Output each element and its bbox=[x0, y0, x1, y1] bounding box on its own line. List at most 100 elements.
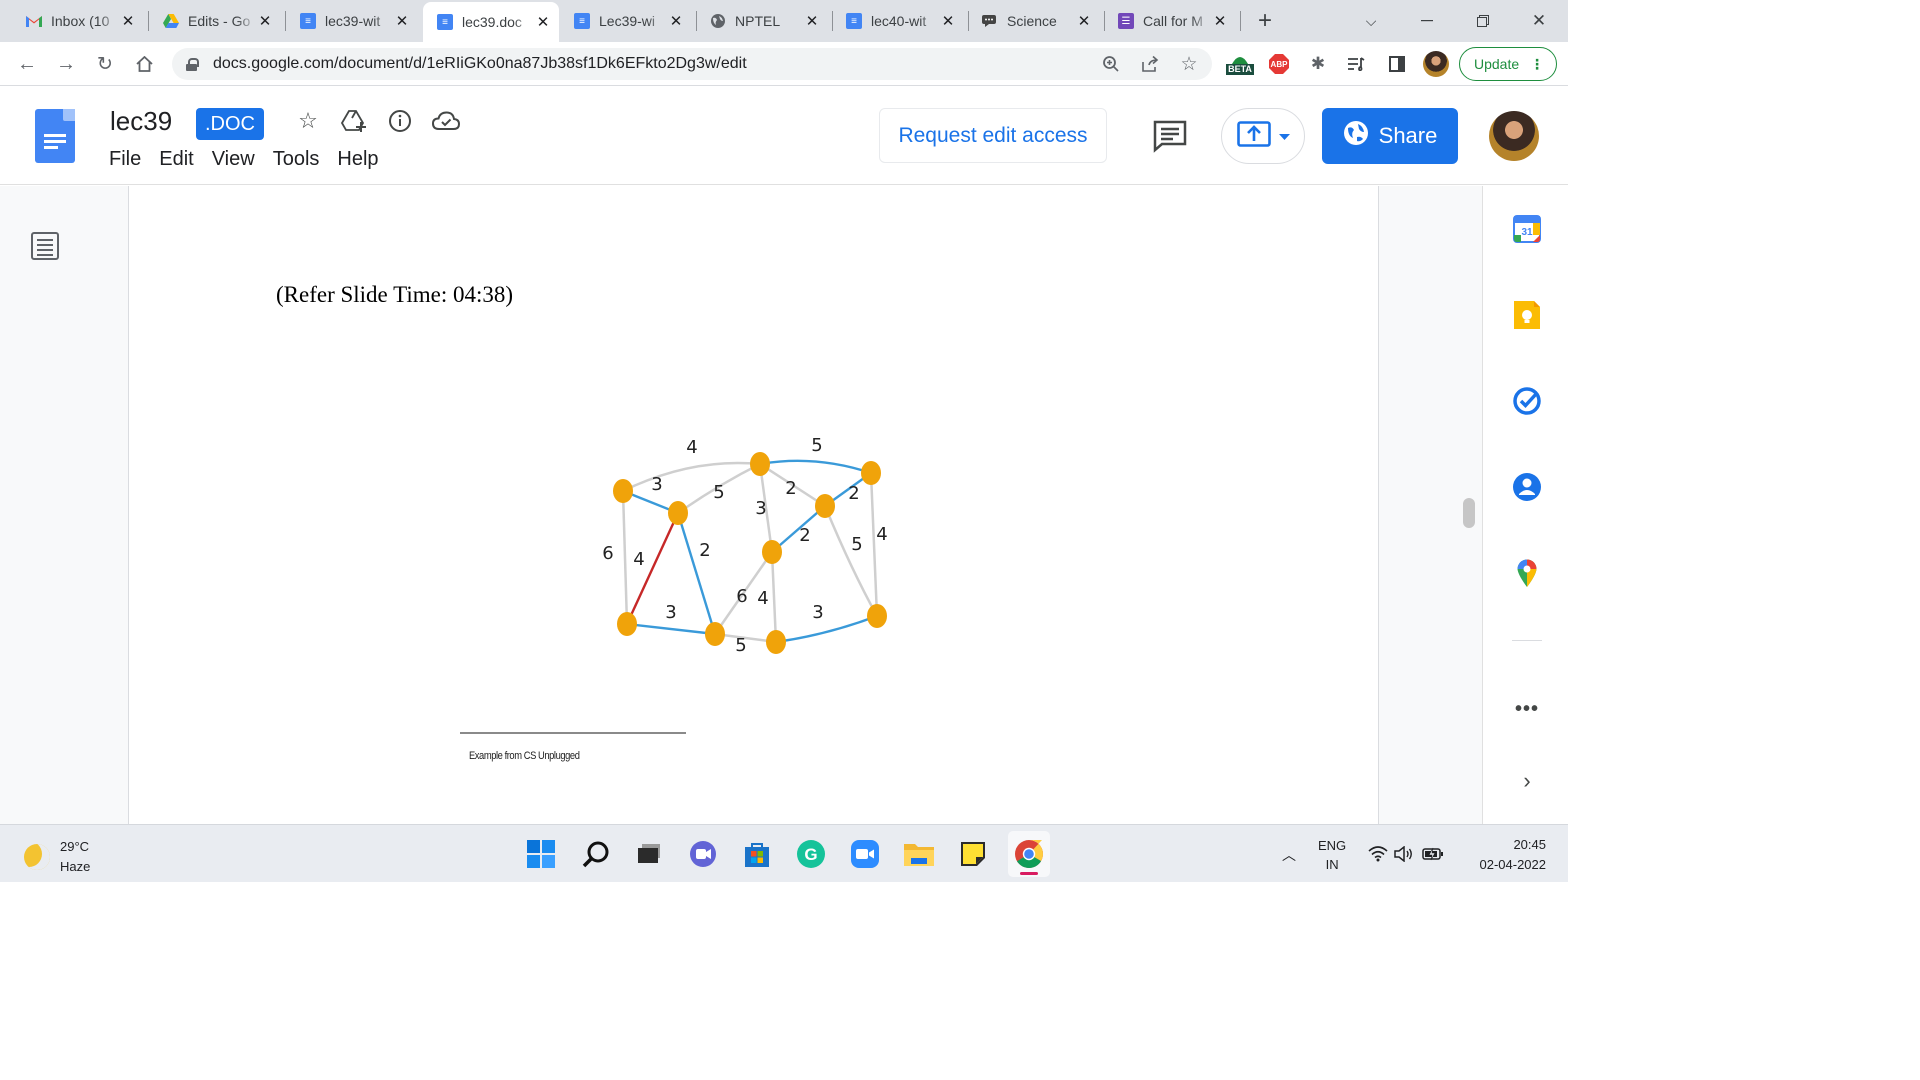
input-language-indicator[interactable]: ENG IN bbox=[1318, 836, 1346, 874]
tab-nptel[interactable]: NPTEL ✕ bbox=[702, 4, 828, 38]
lock-icon[interactable] bbox=[186, 57, 199, 71]
sticky-notes-icon[interactable] bbox=[956, 837, 990, 871]
menu-tools[interactable]: Tools bbox=[264, 148, 329, 171]
grammarly-icon[interactable]: G bbox=[794, 837, 828, 871]
extensions-puzzle-icon[interactable]: ✱ bbox=[1305, 51, 1331, 77]
beta-extension-icon[interactable]: BETA bbox=[1226, 51, 1254, 77]
present-button[interactable] bbox=[1221, 108, 1305, 164]
close-tab-icon[interactable]: ✕ bbox=[1076, 12, 1092, 30]
edge-weight-label: 2 bbox=[848, 483, 859, 504]
show-hidden-icons-chevron-icon[interactable]: ︿ bbox=[1282, 845, 1296, 865]
scrollbar-thumb[interactable] bbox=[1463, 498, 1475, 528]
tab-science[interactable]: Science ✕ bbox=[974, 4, 1100, 38]
menu-edit[interactable]: Edit bbox=[150, 148, 202, 171]
graph-edge bbox=[775, 614, 878, 644]
update-button[interactable]: Update ⋮ bbox=[1459, 47, 1557, 81]
menu-view[interactable]: View bbox=[203, 148, 264, 171]
task-view-icon[interactable] bbox=[632, 837, 666, 871]
close-tab-icon[interactable]: ✕ bbox=[120, 12, 136, 30]
google-maps-icon[interactable] bbox=[1512, 558, 1542, 588]
clock[interactable]: 20:45 02-04-2022 bbox=[1466, 835, 1547, 875]
google-keep-icon[interactable] bbox=[1512, 300, 1542, 330]
footnote-text: Example from CS Unplugged bbox=[469, 750, 580, 762]
microsoft-store-icon[interactable] bbox=[740, 837, 774, 871]
more-horiz-icon[interactable]: ••• bbox=[1512, 694, 1542, 724]
file-explorer-icon[interactable] bbox=[902, 837, 936, 871]
close-tab-icon[interactable]: ✕ bbox=[394, 12, 410, 30]
docs-header: lec39 .DOC ☆ File Edit View Tools Help R… bbox=[0, 87, 1568, 185]
chevron-right-icon[interactable]: › bbox=[1512, 766, 1542, 796]
new-tab-button[interactable]: + bbox=[1250, 6, 1280, 36]
profile-avatar[interactable] bbox=[1423, 51, 1449, 77]
edge-weight-label: 4 bbox=[686, 437, 697, 458]
side-panel-icon[interactable] bbox=[1384, 51, 1410, 77]
windows-start-icon[interactable] bbox=[524, 837, 558, 871]
tab-lec39-doc[interactable]: ≡ lec39.doc ✕ bbox=[423, 2, 559, 42]
info-icon[interactable] bbox=[386, 107, 414, 135]
account-avatar[interactable] bbox=[1489, 111, 1539, 161]
share-page-icon[interactable] bbox=[1136, 50, 1164, 78]
chrome-icon[interactable] bbox=[1008, 831, 1050, 877]
close-tab-icon[interactable]: ✕ bbox=[668, 12, 684, 30]
back-button[interactable]: ← bbox=[12, 49, 42, 79]
edge-weight-label: 4 bbox=[757, 588, 768, 609]
minimize-button[interactable] bbox=[1412, 6, 1442, 36]
request-edit-access-button[interactable]: Request edit access bbox=[879, 108, 1107, 163]
wifi-icon[interactable] bbox=[1368, 845, 1388, 865]
tab-call-for[interactable]: ☰ Call for M ✕ bbox=[1110, 4, 1236, 38]
close-tab-icon[interactable]: ✕ bbox=[257, 12, 273, 30]
home-button[interactable] bbox=[129, 49, 159, 79]
close-window-button[interactable]: ✕ bbox=[1524, 6, 1554, 36]
restore-button[interactable] bbox=[1468, 6, 1498, 36]
close-tab-icon[interactable]: ✕ bbox=[940, 12, 956, 30]
google-contacts-icon[interactable] bbox=[1512, 472, 1542, 502]
zoom-icon[interactable] bbox=[1097, 50, 1125, 78]
tab-lec40-wit[interactable]: ≡ lec40-wit ✕ bbox=[838, 4, 964, 38]
battery-charging-icon[interactable] bbox=[1422, 847, 1444, 864]
tab-search-chevron-icon[interactable]: ⌵ bbox=[1356, 6, 1386, 36]
teams-chat-icon[interactable] bbox=[686, 837, 720, 871]
close-tab-icon[interactable]: ✕ bbox=[804, 12, 820, 30]
zoom-icon[interactable] bbox=[848, 837, 882, 871]
share-button[interactable]: Share bbox=[1322, 108, 1458, 164]
address-bar[interactable]: docs.google.com/document/d/1eRIiGKo0na87… bbox=[172, 48, 1212, 80]
tab-inbox[interactable]: Inbox (10 ✕ bbox=[18, 4, 144, 38]
google-docs-logo-icon[interactable] bbox=[35, 109, 75, 163]
calendar-day: 31 bbox=[1521, 227, 1533, 238]
footnote-separator bbox=[460, 732, 686, 734]
menu-help[interactable]: Help bbox=[328, 148, 387, 171]
close-tab-icon[interactable]: ✕ bbox=[535, 13, 551, 31]
tab-lec39-wi[interactable]: ≡ Lec39-wi ✕ bbox=[566, 4, 692, 38]
globe-icon bbox=[710, 13, 726, 29]
comments-icon[interactable] bbox=[1152, 119, 1190, 153]
browser-toolbar: ← → ↻ docs.google.com/document/d/1eRIiGK… bbox=[0, 42, 1568, 86]
add-shortcut-to-drive-icon[interactable] bbox=[340, 107, 368, 135]
star-icon[interactable]: ☆ bbox=[294, 107, 322, 135]
close-tab-icon[interactable]: ✕ bbox=[1212, 12, 1228, 30]
reading-list-icon[interactable] bbox=[1343, 51, 1369, 77]
weather-widget[interactable]: 29°C Haze bbox=[24, 837, 90, 877]
forward-button[interactable]: → bbox=[51, 49, 81, 79]
google-docs-icon: ≡ bbox=[437, 14, 453, 30]
reload-button[interactable]: ↻ bbox=[90, 49, 120, 79]
cloud-saved-icon[interactable] bbox=[432, 107, 460, 135]
google-tasks-icon[interactable] bbox=[1512, 386, 1542, 416]
system-tray: ︿ ENG IN bbox=[1282, 835, 1444, 875]
graph-node bbox=[815, 494, 835, 518]
menu-file[interactable]: File bbox=[100, 148, 150, 171]
document-title[interactable]: lec39 bbox=[110, 106, 172, 137]
graph-node bbox=[750, 452, 770, 476]
document-outline-icon[interactable] bbox=[31, 232, 59, 260]
google-calendar-icon[interactable]: 31 bbox=[1512, 214, 1542, 244]
tab-title: lec39.doc bbox=[462, 14, 522, 30]
google-docs-icon: ≡ bbox=[846, 13, 862, 29]
volume-icon[interactable] bbox=[1394, 844, 1414, 865]
bookmark-star-icon[interactable]: ☆ bbox=[1175, 50, 1203, 78]
graph-edge bbox=[770, 551, 778, 643]
graph-node bbox=[668, 501, 688, 525]
adblock-plus-icon[interactable]: ABP bbox=[1266, 51, 1292, 77]
search-icon[interactable] bbox=[579, 837, 613, 871]
tab-edits[interactable]: Edits - Go ✕ bbox=[155, 4, 281, 38]
document-page[interactable]: (Refer Slide Time: 04:38) 45353222642546… bbox=[128, 186, 1379, 824]
tab-lec39-wit[interactable]: ≡ lec39-wit ✕ bbox=[292, 4, 418, 38]
